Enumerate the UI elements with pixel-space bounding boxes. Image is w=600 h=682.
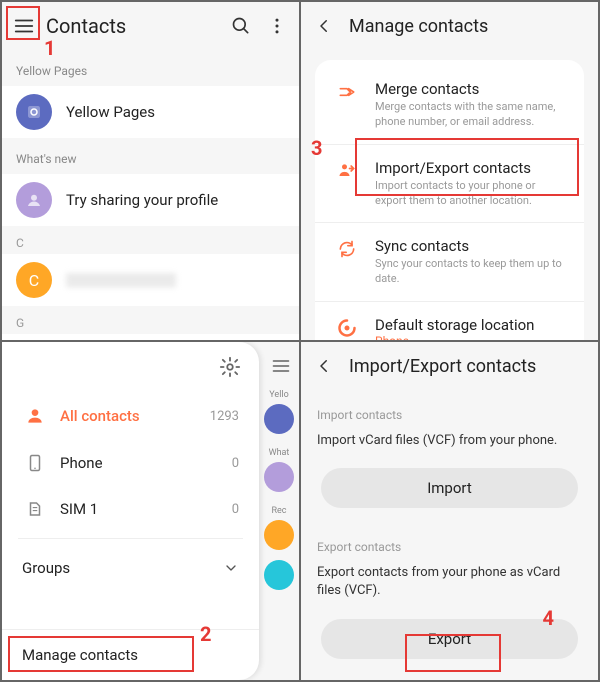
contact-name-blurred	[66, 273, 176, 287]
avatar: C	[16, 262, 52, 298]
bg-label: Rec	[271, 506, 286, 516]
sync-desc: Sync your contacts to keep them up to da…	[375, 257, 566, 287]
manage-header: Manage contacts	[301, 2, 598, 50]
sim-label: SIM 1	[60, 500, 232, 518]
hamburger-icon-bg	[271, 356, 291, 376]
hamburger-icon[interactable]	[12, 14, 36, 38]
person-icon	[22, 406, 48, 426]
row-import-export[interactable]: Import/Export contacts Import contacts t…	[315, 144, 584, 223]
more-icon[interactable]	[265, 14, 289, 38]
bg-avatar	[264, 560, 294, 590]
import-button[interactable]: Import	[321, 468, 578, 508]
import-export-title: Import/Export contacts	[375, 159, 566, 177]
contact-row-c[interactable]: C	[2, 254, 299, 306]
manage-card: Merge contacts Merge contacts with the s…	[315, 60, 584, 341]
import-button-label: Import	[427, 479, 472, 497]
profile-icon	[16, 182, 52, 218]
storage-icon	[333, 316, 361, 341]
drawer-groups[interactable]: Groups	[2, 545, 259, 591]
import-section-label: Import contacts	[301, 390, 598, 428]
sync-icon	[333, 237, 361, 287]
export-description: Export contacts from your phone as vCard…	[301, 560, 598, 612]
pane-import-export: Import/Export contacts Import contacts I…	[300, 341, 599, 681]
yellowpages-label: Yellow Pages	[66, 103, 155, 121]
section-whatsnew: What's new	[2, 138, 299, 174]
groups-label: Groups	[22, 559, 70, 577]
export-button-label: Export	[428, 630, 471, 648]
pane-manage-contacts: Manage contacts Merge contacts Merge con…	[300, 1, 599, 341]
sync-title: Sync contacts	[375, 237, 566, 255]
phone-icon	[22, 454, 48, 472]
section-letter-g: G	[2, 306, 299, 334]
row-sync[interactable]: Sync contacts Sync your contacts to keep…	[315, 222, 584, 301]
drawer-all-contacts[interactable]: All contacts 1293	[2, 392, 259, 440]
back-icon[interactable]	[315, 17, 337, 35]
export-button[interactable]: Export	[321, 619, 578, 659]
sim-icon	[22, 500, 48, 518]
phone-count: 0	[232, 456, 239, 471]
bg-avatar	[264, 404, 294, 434]
import-export-desc: Import contacts to your phone or export …	[375, 179, 566, 209]
merge-icon	[333, 80, 361, 130]
contact-row-g[interactable]: G	[2, 334, 299, 341]
pane-drawer: Yello What Rec All contacts 1293	[1, 341, 300, 681]
manage-title: Manage contacts	[349, 16, 488, 37]
drawer-sim1[interactable]: SIM 1 0	[2, 486, 259, 532]
merge-desc: Merge contacts with the same name, phone…	[375, 100, 566, 130]
manage-contacts-label: Manage contacts	[22, 646, 138, 664]
export-section-label: Export contacts	[301, 522, 598, 560]
phone-label: Phone	[60, 454, 232, 472]
search-icon[interactable]	[229, 14, 253, 38]
gear-icon[interactable]	[219, 356, 241, 378]
chevron-down-icon	[223, 560, 239, 576]
sim-count: 0	[232, 502, 239, 517]
all-contacts-label: All contacts	[60, 407, 210, 425]
item-tryshare[interactable]: Try sharing your profile	[2, 174, 299, 226]
all-contacts-count: 1293	[210, 409, 239, 424]
contacts-header: Contacts	[2, 2, 299, 50]
merge-title: Merge contacts	[375, 80, 566, 98]
tryshare-label: Try sharing your profile	[66, 191, 218, 209]
import-export-icon	[333, 159, 361, 209]
back-icon[interactable]	[315, 357, 337, 375]
section-letter-c: C	[2, 226, 299, 254]
import-export-title: Import/Export contacts	[349, 356, 536, 377]
item-yellowpages[interactable]: Yellow Pages	[2, 86, 299, 138]
bg-label: Yello	[269, 390, 288, 400]
yellowpages-icon	[16, 94, 52, 130]
import-description: Import vCard files (VCF) from your phone…	[301, 428, 598, 462]
section-yellowpages: Yellow Pages	[2, 50, 299, 86]
row-merge[interactable]: Merge contacts Merge contacts with the s…	[315, 66, 584, 144]
drawer-manage-contacts[interactable]: Manage contacts	[2, 629, 259, 680]
drawer-phone[interactable]: Phone 0	[2, 440, 259, 486]
pane-contacts-list: Contacts Yellow Pages Yellow Pages What'…	[1, 1, 300, 341]
storage-value: Phone	[375, 334, 566, 341]
bg-avatar	[264, 520, 294, 550]
contacts-title: Contacts	[46, 14, 229, 38]
storage-title: Default storage location	[375, 316, 566, 334]
nav-drawer: All contacts 1293 Phone 0 SIM 1 0 Groups	[2, 342, 259, 680]
row-default-storage[interactable]: Default storage location Phone	[315, 301, 584, 341]
bg-avatar	[264, 462, 294, 492]
bg-label: What	[269, 448, 290, 458]
import-export-header: Import/Export contacts	[301, 342, 598, 390]
